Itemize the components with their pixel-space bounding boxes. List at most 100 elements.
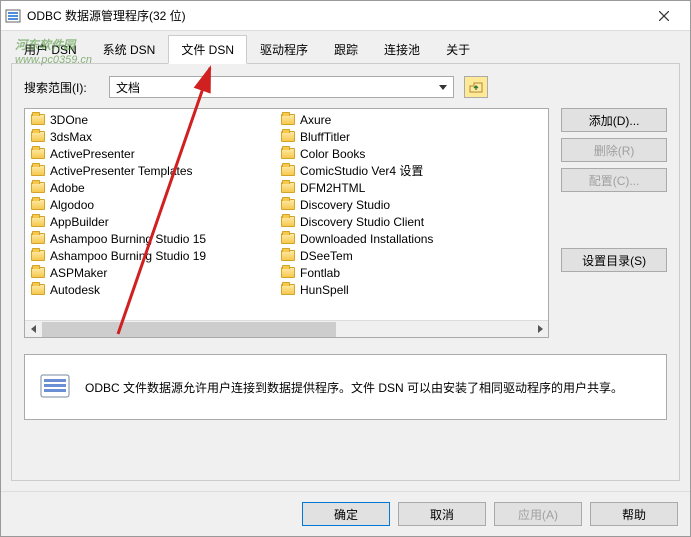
list-item[interactable]: Adobe xyxy=(25,179,275,196)
folder-icon xyxy=(31,267,45,278)
tab-file-dsn[interactable]: 文件 DSN xyxy=(168,35,247,64)
list-item-label: Adobe xyxy=(50,181,85,195)
list-item[interactable]: Color Books xyxy=(275,145,525,162)
list-item-label: DFM2HTML xyxy=(300,181,365,195)
folder-icon xyxy=(31,182,45,193)
setdir-button[interactable]: 设置目录(S) xyxy=(561,248,667,272)
scroll-thumb[interactable] xyxy=(42,322,336,337)
apply-button[interactable]: 应用(A) xyxy=(494,502,582,526)
info-icon xyxy=(39,371,71,403)
list-item[interactable]: ActivePresenter Templates xyxy=(25,162,275,179)
dialog-buttons: 确定 取消 应用(A) 帮助 xyxy=(1,491,690,536)
folder-icon xyxy=(281,233,295,244)
tab-trace[interactable]: 跟踪 xyxy=(321,35,371,64)
folder-icon xyxy=(31,216,45,227)
list-item-label: Axure xyxy=(300,113,331,127)
folder-icon xyxy=(281,148,295,159)
folder-icon xyxy=(31,131,45,142)
folder-icon xyxy=(31,199,45,210)
list-item[interactable]: Discovery Studio xyxy=(275,196,525,213)
horizontal-scrollbar[interactable] xyxy=(25,320,548,337)
folder-icon xyxy=(31,250,45,261)
main-row: 3DOne 3dsMax ActivePresenter ActivePresente… xyxy=(24,108,667,338)
tab-strip: 用户 DSN 系统 DSN 文件 DSN 驱动程序 跟踪 连接池 关于 xyxy=(1,31,690,64)
list-item[interactable]: BluffTitler xyxy=(275,128,525,145)
ok-button[interactable]: 确定 xyxy=(302,502,390,526)
list-item[interactable]: Discovery Studio Client xyxy=(275,213,525,230)
help-button[interactable]: 帮助 xyxy=(590,502,678,526)
list-item-label: ActivePresenter Templates xyxy=(50,164,193,178)
list-item-label: Fontlab xyxy=(300,266,340,280)
folder-icon xyxy=(31,284,45,295)
tab-system-dsn[interactable]: 系统 DSN xyxy=(90,35,169,64)
list-item[interactable]: ASPMaker xyxy=(25,264,275,281)
titlebar: ODBC 数据源管理程序(32 位) xyxy=(1,1,690,31)
list-item-label: ASPMaker xyxy=(50,266,107,280)
close-button[interactable] xyxy=(641,2,686,30)
tab-drivers[interactable]: 驱动程序 xyxy=(247,35,321,64)
search-scope-value: 文档 xyxy=(116,79,140,96)
add-button[interactable]: 添加(D)... xyxy=(561,108,667,132)
folder-icon xyxy=(31,233,45,244)
tab-pool[interactable]: 连接池 xyxy=(371,35,433,64)
list-item[interactable]: Ashampoo Burning Studio 19 xyxy=(25,247,275,264)
list-item[interactable]: AppBuilder xyxy=(25,213,275,230)
folder-icon xyxy=(281,284,295,295)
list-item[interactable]: DFM2HTML xyxy=(275,179,525,196)
action-column: 添加(D)... 删除(R) 配置(C)... 设置目录(S) xyxy=(561,108,667,338)
info-box: ODBC 文件数据源允许用户连接到数据提供程序。文件 DSN 可以由安装了相同驱… xyxy=(24,354,667,420)
list-col-2: Axure BluffTitler Color BooksComicStudio V… xyxy=(275,109,525,320)
list-col-1: 3DOne 3dsMax ActivePresenter ActivePresente… xyxy=(25,109,275,320)
list-item[interactable]: 3dsMax xyxy=(25,128,275,145)
configure-button[interactable]: 配置(C)... xyxy=(561,168,667,192)
list-item-label: ActivePresenter xyxy=(50,147,135,161)
folder-list[interactable]: 3DOne 3dsMax ActivePresenter ActivePresente… xyxy=(24,108,549,338)
app-icon xyxy=(5,8,21,24)
search-row: 搜索范围(I): 文档 xyxy=(24,76,667,98)
list-item[interactable]: DSeeTem xyxy=(275,247,525,264)
list-item[interactable]: Fontlab xyxy=(275,264,525,281)
folder-icon xyxy=(281,267,295,278)
list-item-label: DSeeTem xyxy=(300,249,353,263)
window-title: ODBC 数据源管理程序(32 位) xyxy=(27,7,641,24)
delete-button[interactable]: 删除(R) xyxy=(561,138,667,162)
cancel-button[interactable]: 取消 xyxy=(398,502,486,526)
folder-icon xyxy=(281,131,295,142)
tab-user-dsn[interactable]: 用户 DSN xyxy=(11,35,90,64)
list-item-label: AppBuilder xyxy=(50,215,109,229)
list-item-label: Ashampoo Burning Studio 19 xyxy=(50,249,206,263)
search-scope-dropdown[interactable]: 文档 xyxy=(109,76,454,98)
list-item-label: BluffTitler xyxy=(300,130,350,144)
list-columns: 3DOne 3dsMax ActivePresenter ActivePresente… xyxy=(25,109,548,320)
window-root: ODBC 数据源管理程序(32 位) 用户 DSN 系统 DSN 文件 DSN … xyxy=(0,0,691,537)
list-item[interactable]: HunSpell xyxy=(275,281,525,298)
list-item-label: Downloaded Installations xyxy=(300,232,433,246)
up-folder-button[interactable] xyxy=(464,76,488,98)
list-item[interactable]: Downloaded Installations xyxy=(275,230,525,247)
list-item[interactable]: Autodesk xyxy=(25,281,275,298)
list-item-label: Ashampoo Burning Studio 15 xyxy=(50,232,206,246)
list-item[interactable]: Ashampoo Burning Studio 15 xyxy=(25,230,275,247)
folder-icon xyxy=(31,148,45,159)
info-text: ODBC 文件数据源允许用户连接到数据提供程序。文件 DSN 可以由安装了相同驱… xyxy=(85,379,623,396)
scroll-track[interactable] xyxy=(42,321,531,338)
list-item-label: Autodesk xyxy=(50,283,100,297)
tab-about[interactable]: 关于 xyxy=(433,35,483,64)
list-item[interactable]: Axure xyxy=(275,111,525,128)
list-item-label: HunSpell xyxy=(300,283,349,297)
list-item[interactable]: ComicStudio Ver4 设置 xyxy=(275,162,525,179)
list-item-label: 3DOne xyxy=(50,113,88,127)
list-item[interactable]: 3DOne xyxy=(25,111,275,128)
scroll-right-button[interactable] xyxy=(531,321,548,338)
list-item-label: Algodoo xyxy=(50,198,94,212)
spacer xyxy=(561,198,667,242)
list-item-label: Color Books xyxy=(300,147,365,161)
list-item[interactable]: ActivePresenter xyxy=(25,145,275,162)
list-item-label: Discovery Studio xyxy=(300,198,390,212)
search-label: 搜索范围(I): xyxy=(24,79,99,96)
tab-panel: 搜索范围(I): 文档 3DOne 3dsMax ActivePresenter Ac… xyxy=(11,63,680,481)
list-item-label: 3dsMax xyxy=(50,130,92,144)
list-item[interactable]: Algodoo xyxy=(25,196,275,213)
scroll-left-button[interactable] xyxy=(25,321,42,338)
folder-icon xyxy=(281,199,295,210)
